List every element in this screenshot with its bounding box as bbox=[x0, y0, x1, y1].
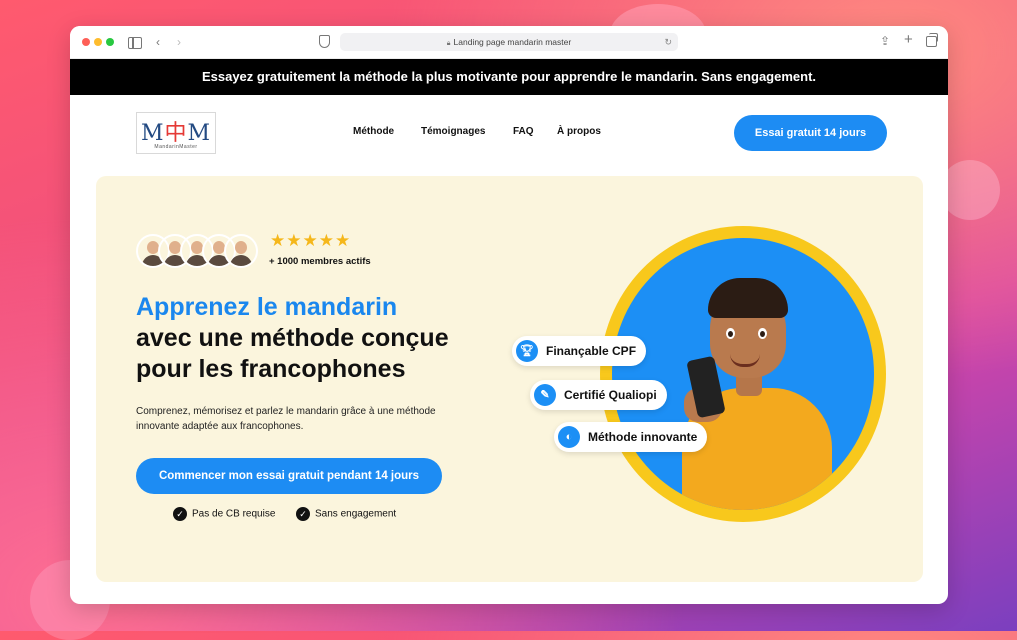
headline-highlight: Apprenez le mandarin bbox=[136, 293, 398, 321]
check-no-commitment: ✓ Sans engagement bbox=[296, 507, 396, 521]
badge-cpf: 🏆︎ Finançable CPF bbox=[512, 336, 647, 366]
nav-link-temoignages[interactable]: Témoignages bbox=[421, 126, 485, 137]
character-eye bbox=[726, 328, 735, 339]
trophy-icon: 🏆︎ bbox=[516, 340, 538, 362]
badge-label: Certifié Qualiopi bbox=[564, 388, 657, 402]
badge-label: Finançable CPF bbox=[546, 344, 637, 358]
check-label: Pas de CB requise bbox=[192, 508, 276, 520]
hero-illustration-ring bbox=[600, 226, 886, 522]
reload-icon[interactable]: ↻ bbox=[664, 33, 672, 51]
character-eye bbox=[758, 328, 767, 339]
avatar bbox=[224, 234, 258, 268]
lightbulb-icon: ◐ bbox=[558, 426, 580, 448]
privacy-shield-icon[interactable] bbox=[319, 35, 330, 48]
nav-link-faq[interactable]: FAQ bbox=[513, 126, 534, 137]
certificate-icon: ✎ bbox=[534, 384, 556, 406]
logo-wordmark: MandarinMaster bbox=[154, 144, 198, 150]
checkmark-icon: ✓ bbox=[173, 507, 187, 521]
nav-link-methode[interactable]: Méthode bbox=[353, 126, 394, 137]
back-arrow-icon[interactable]: ‹ bbox=[156, 34, 160, 50]
background-bubble bbox=[940, 160, 1000, 220]
nav-link-a-propos[interactable]: À propos bbox=[557, 126, 601, 137]
free-trial-button[interactable]: Essai gratuit 14 jours bbox=[734, 115, 887, 151]
badge-label: Méthode innovante bbox=[588, 430, 698, 444]
hero-illustration bbox=[612, 238, 874, 510]
sidebar-toggle-icon[interactable] bbox=[128, 37, 142, 49]
checkmark-icon: ✓ bbox=[296, 507, 310, 521]
lock-icon: 🔒︎ bbox=[446, 40, 451, 47]
check-no-card: ✓ Pas de CB requise bbox=[173, 507, 275, 521]
check-label: Sans engagement bbox=[315, 508, 397, 520]
promo-banner: Essayez gratuitement la méthode la plus … bbox=[70, 59, 948, 95]
members-count: + 1000 membres actifs bbox=[269, 256, 371, 267]
address-text: Landing page mandarin master bbox=[453, 37, 572, 47]
character-hair bbox=[708, 278, 788, 318]
browser-window: ‹ › 🔒︎ Landing page mandarin master ↻ ⇪ +… bbox=[70, 26, 948, 604]
rating-stars-icon: ★★★★★ bbox=[270, 231, 352, 250]
tab-overview-icon[interactable] bbox=[926, 33, 938, 47]
start-trial-button[interactable]: Commencer mon essai gratuit pendant 14 j… bbox=[136, 458, 442, 494]
browser-toolbar: ‹ › 🔒︎ Landing page mandarin master ↻ ⇪ + bbox=[70, 26, 948, 59]
close-window-button[interactable] bbox=[82, 38, 90, 46]
logo[interactable]: M中M MandarinMaster bbox=[136, 112, 216, 154]
headline-line-2: avec une méthode conçue bbox=[136, 324, 449, 352]
badge-qualiopi: ✎ Certifié Qualiopi bbox=[530, 380, 667, 410]
share-icon[interactable]: ⇪ bbox=[880, 33, 890, 49]
address-bar[interactable]: 🔒︎ Landing page mandarin master ↻ bbox=[340, 33, 678, 51]
headline-line-3: pour les francophones bbox=[136, 355, 406, 383]
forward-arrow-icon[interactable]: › bbox=[177, 34, 181, 50]
site-header: M中M MandarinMaster Méthode Témoignages F… bbox=[70, 95, 948, 173]
badge-innovative: ◐ Méthode innovante bbox=[554, 422, 708, 452]
logo-mark: M中M bbox=[140, 121, 212, 146]
maximize-window-button[interactable] bbox=[106, 38, 114, 46]
new-tab-icon[interactable]: + bbox=[904, 32, 913, 48]
hero-section: ★★★★★ + 1000 membres actifs Apprenez le … bbox=[96, 176, 923, 582]
minimize-window-button[interactable] bbox=[94, 38, 102, 46]
hero-description: Comprenez, mémorisez et parlez le mandar… bbox=[136, 406, 436, 432]
